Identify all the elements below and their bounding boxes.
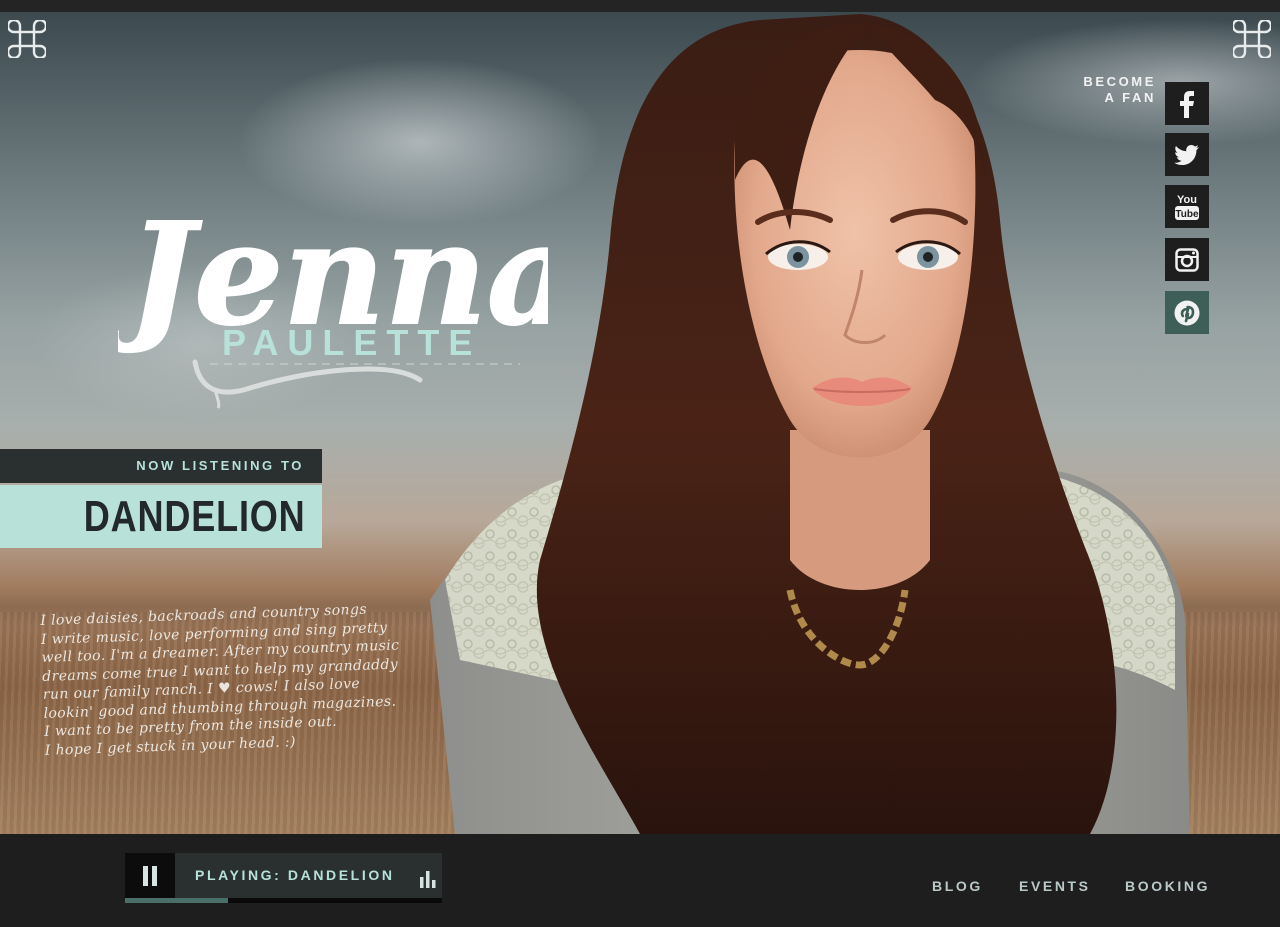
svg-text:You: You bbox=[1177, 194, 1197, 206]
playing-prefix: PLAYING: bbox=[195, 867, 282, 883]
youtube-icon: You Tube bbox=[1175, 194, 1199, 220]
svg-text:Tube: Tube bbox=[1175, 209, 1199, 220]
nav-booking[interactable]: BOOKING bbox=[1125, 878, 1210, 894]
command-icon[interactable] bbox=[1233, 20, 1271, 58]
facebook-icon bbox=[1180, 90, 1194, 118]
equalizer-icon[interactable] bbox=[420, 870, 436, 888]
instagram-link[interactable] bbox=[1165, 238, 1209, 281]
now-playing-label: PLAYING: DANDELION bbox=[195, 853, 395, 898]
now-listening-label: NOW LISTENING TO bbox=[136, 458, 304, 473]
pause-icon bbox=[143, 865, 157, 886]
now-listening-song-title: DANDELION bbox=[84, 492, 306, 541]
nav-events[interactable]: EVENTS bbox=[1019, 878, 1091, 894]
handwritten-bio: I love daisies, backroads and country so… bbox=[40, 597, 475, 760]
instagram-icon bbox=[1175, 247, 1199, 272]
fan-label-line2: A FAN bbox=[1104, 90, 1156, 105]
playback-progress-fill bbox=[125, 898, 229, 903]
playback-progress[interactable] bbox=[125, 898, 442, 903]
top-bar bbox=[0, 0, 1280, 12]
logo-swash bbox=[192, 359, 520, 409]
nav-blog[interactable]: BLOG bbox=[932, 878, 983, 894]
command-icon[interactable] bbox=[8, 20, 46, 58]
twitter-link[interactable] bbox=[1165, 133, 1209, 176]
now-listening-song-panel[interactable]: DANDELION bbox=[0, 485, 322, 548]
pinterest-icon bbox=[1174, 300, 1200, 325]
now-listening-bar: NOW LISTENING TO bbox=[0, 449, 322, 483]
youtube-link[interactable]: You Tube bbox=[1165, 185, 1209, 228]
facebook-link[interactable] bbox=[1165, 82, 1209, 125]
playing-track: DANDELION bbox=[287, 867, 395, 883]
audio-player: PLAYING: DANDELION bbox=[125, 853, 442, 903]
pause-button[interactable] bbox=[125, 853, 175, 898]
become-a-fan-label: BECOME A FAN bbox=[1060, 74, 1156, 106]
twitter-icon bbox=[1174, 144, 1199, 165]
fan-label-line1: BECOME bbox=[1083, 74, 1156, 89]
pinterest-link[interactable] bbox=[1165, 291, 1209, 334]
